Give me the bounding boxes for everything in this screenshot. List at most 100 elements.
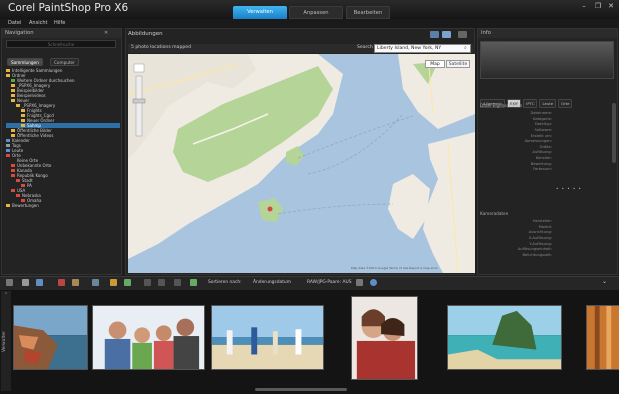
- restore-icon[interactable]: ❐: [592, 1, 604, 12]
- info-field-label: Belichtungszeit:: [522, 252, 552, 257]
- tab-adjust[interactable]: Anpassen: [289, 6, 343, 19]
- info-tab[interactable]: Leute: [539, 99, 557, 108]
- chevron-down-icon[interactable]: ⌄: [602, 278, 607, 285]
- tab-edit[interactable]: Bearbeiten: [346, 6, 390, 19]
- folder-icon: [6, 139, 10, 142]
- pin-icon: [11, 169, 15, 172]
- thumbnail-partial[interactable]: [586, 305, 619, 370]
- menu-view[interactable]: Ansicht: [29, 19, 47, 28]
- file-fields: Dateiname: Kategorie: Dateityp: Software: Er…: [480, 111, 552, 173]
- pin-icon: [21, 184, 25, 187]
- folder-icon: [21, 109, 25, 112]
- folder-icon: [6, 74, 10, 77]
- filmstrip-scrollbar[interactable]: [255, 388, 347, 391]
- pin-icon: [11, 189, 15, 192]
- close-icon[interactable]: ✕: [605, 1, 617, 12]
- tree-item[interactable]: Bewertungen: [6, 203, 120, 208]
- folder-icon: [11, 84, 15, 87]
- tab-collections[interactable]: Sammlungen: [7, 58, 43, 66]
- folder-icon: [11, 99, 15, 102]
- sort-label: Sortieren nach:: [208, 280, 242, 285]
- menu-help[interactable]: Hilfe: [54, 19, 65, 28]
- pin-icon: [21, 199, 25, 202]
- globe-toggle-icon[interactable]: [370, 279, 377, 286]
- search-label: Search: [357, 45, 373, 50]
- tree-item-label: Bewertungen: [12, 203, 39, 208]
- rotate-left-icon[interactable]: [144, 279, 151, 286]
- folder-icon[interactable]: [110, 279, 117, 286]
- folder-icon: [11, 159, 15, 162]
- info-tab[interactable]: IPTC: [523, 99, 538, 108]
- rotate-icon[interactable]: [58, 279, 65, 286]
- tab-manage[interactable]: Verwalten: [233, 6, 287, 19]
- tag-icon[interactable]: [124, 279, 131, 286]
- file-properties-heading: Datei-Eigenschaften: [480, 103, 523, 108]
- info-title: Info: [478, 29, 617, 38]
- pin-icon: [16, 194, 20, 197]
- location-search-input[interactable]: Liberty Island, New York, NY: [374, 44, 471, 53]
- sort-select[interactable]: Änderungsdatum: [253, 280, 291, 285]
- thumbnail-family[interactable]: [92, 305, 205, 370]
- info-scrollbar[interactable]: [612, 103, 616, 163]
- edit-icon[interactable]: [72, 279, 79, 286]
- tab-computer[interactable]: Computer: [50, 58, 79, 66]
- thumbnail-beach[interactable]: [211, 305, 324, 370]
- map-button[interactable]: Map: [425, 60, 445, 68]
- pin-icon: [6, 154, 10, 157]
- search-icon[interactable]: ⌕: [464, 45, 467, 51]
- info-field-label: Farbraum:: [533, 167, 552, 172]
- panel-close-icon[interactable]: ✕: [104, 30, 108, 36]
- map-panel-title: Abbildungen: [128, 31, 163, 37]
- folder-icon: [11, 134, 15, 137]
- folder-icon: [16, 104, 20, 107]
- info-tab[interactable]: Orte: [558, 99, 573, 108]
- grid-view-icon[interactable]: [6, 279, 13, 286]
- folder-icon: [21, 114, 25, 117]
- folder-tree: Intelligente Sammlungen Ordner Weitere Ord…: [6, 68, 120, 208]
- photo-count: 5 photo locations mapped: [131, 45, 192, 50]
- info-preview: [480, 41, 614, 79]
- image-icon[interactable]: [190, 279, 197, 286]
- folder-icon: [6, 149, 10, 152]
- map-graphic: [128, 54, 475, 273]
- expand-icon[interactable]: [458, 31, 467, 38]
- folder-icon: [6, 144, 10, 147]
- settings-icon[interactable]: [356, 279, 363, 286]
- folder-icon: [11, 89, 15, 92]
- globe-icon[interactable]: [442, 31, 451, 38]
- info-tabs: Allgemein EXIF IPTC Leute Orte: [480, 90, 574, 108]
- thumbnail-view-icon[interactable]: [22, 279, 29, 286]
- pin-icon[interactable]: ⌃: [4, 292, 8, 298]
- share-icon[interactable]: [92, 279, 99, 286]
- pin-icon: [16, 179, 20, 182]
- map-attribution: Map data ©2013 Google Terms of Use Repor…: [351, 266, 438, 270]
- raw-jpg-filter[interactable]: RAW/JPG-Paare: AUS: [307, 280, 352, 285]
- thumbnail-tropical[interactable]: [447, 305, 562, 370]
- camera-fields: Hersteller: Modell: Ausrichtung: X-Auflösun…: [480, 219, 552, 258]
- tree-item-label: PA: [27, 183, 32, 188]
- folder-icon: [11, 129, 15, 132]
- minimize-icon[interactable]: –: [578, 1, 590, 12]
- thumbnail-mother-child[interactable]: [351, 296, 418, 380]
- folder-icon: [11, 79, 15, 82]
- menu-file[interactable]: Datei: [8, 19, 21, 28]
- folder-icon: [21, 119, 25, 122]
- rating-stars[interactable]: • • • • •: [556, 186, 582, 191]
- folder-icon: [6, 69, 10, 72]
- thumbnail-coast[interactable]: [13, 305, 88, 370]
- pin-icon: [11, 164, 15, 167]
- rotate-right-icon[interactable]: [158, 279, 165, 286]
- folder-icon: [21, 124, 25, 127]
- menu-bar: [0, 19, 619, 28]
- app-title: Corel PaintShop Pro X6: [8, 2, 129, 14]
- compare-icon[interactable]: [174, 279, 181, 286]
- pin-icon: [11, 174, 15, 177]
- map-view[interactable]: [128, 54, 475, 273]
- star-icon: [6, 204, 10, 207]
- folder-icon: [11, 94, 15, 97]
- detail-view-icon[interactable]: [36, 279, 43, 286]
- map-view-icon[interactable]: [430, 31, 439, 38]
- search-input[interactable]: Schnellsuche: [6, 40, 116, 48]
- satellite-button[interactable]: Satellite: [446, 60, 470, 68]
- camera-heading: Kameradaten: [480, 211, 509, 216]
